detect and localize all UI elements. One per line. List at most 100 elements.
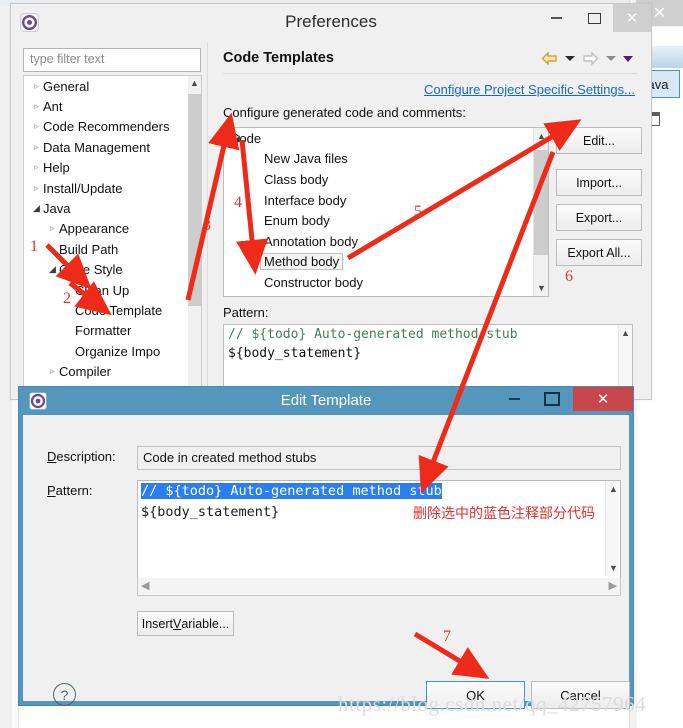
sidebar-item-help[interactable]: ▹ Help (24, 158, 201, 178)
tree-collapsed-icon[interactable]: ▹ (30, 101, 43, 112)
tree-collapsed-icon[interactable]: ▹ (30, 121, 43, 132)
preferences-maximize-button[interactable] (575, 4, 613, 32)
description-value: Code in created method stubs (143, 449, 317, 465)
edit-close-button[interactable]: ✕ (573, 387, 633, 411)
sidebar-item-appearance[interactable]: ▹ Appearance (24, 219, 201, 239)
navigation-icons (541, 51, 633, 66)
preferences-body: type filter text ▹ General ▹ Ant ▹ Code Recom… (11, 42, 651, 399)
forward-dropdown-chevron-down-icon[interactable] (606, 56, 616, 61)
sidebar-item-ant[interactable]: ▹ Ant (24, 96, 201, 116)
sidebar-item-label: General (43, 78, 90, 94)
sidebar-item-label: Data Management (43, 139, 150, 155)
tree-collapsed-icon[interactable]: ▹ (46, 366, 59, 377)
code-template-item-new-java-files[interactable]: New Java files (224, 149, 548, 170)
editor-line[interactable]: // ${todo} Auto-generated method stub (138, 481, 620, 502)
code-tree-scrollbar[interactable]: ▲ ▼ (533, 128, 548, 296)
code-template-label: Annotation body (264, 233, 358, 249)
tree-collapsed-icon[interactable]: ▹ (30, 162, 43, 173)
sidebar-item-clean-up[interactable]: Clean Up (24, 280, 201, 300)
code-scroll-thumb[interactable] (534, 150, 548, 255)
sidebar-item-build-path[interactable]: Build Path (24, 239, 201, 259)
sidebar-item-java[interactable]: ◢ Java (24, 198, 201, 218)
filter-input[interactable]: type filter text (23, 48, 201, 72)
export-button[interactable]: Export... (556, 204, 642, 231)
insert-variable-mnemonic: V (172, 616, 182, 631)
sidebar-item-organize-impo[interactable]: Organize Impo (24, 341, 201, 361)
code-templates-tree[interactable]: ◢ Code New Java files Class body Interface b… (223, 127, 549, 297)
description-field[interactable]: Code in created method stubs (137, 446, 621, 470)
pattern-vertical-scrollbar[interactable]: ▲ ▼ (605, 481, 620, 576)
edit-template-title-bar[interactable]: Edit Template ✕ (19, 387, 633, 415)
tree-scrollbar[interactable]: ▲ (188, 76, 201, 388)
sidebar-item-data-management[interactable]: ▹ Data Management (24, 137, 201, 157)
annotation-number-7: 7 (443, 628, 451, 645)
code-template-item-annotation-body[interactable]: Annotation body (224, 231, 548, 252)
pattern-scroll-down-icon[interactable]: ▼ (608, 562, 619, 574)
sidebar-item-general[interactable]: ▹ General (24, 76, 201, 96)
sidebar-item-compiler[interactable]: ▹ Compiler (24, 361, 201, 381)
sidebar-item-label: Appearance (59, 221, 130, 237)
menu-chevron-down-icon[interactable] (623, 55, 633, 62)
sidebar-item-formatter[interactable]: Formatter (24, 321, 201, 341)
description-mnemonic: D (47, 449, 57, 464)
annotation-number-4: 4 (234, 194, 242, 211)
preferences-close-button[interactable]: ✕ (613, 4, 651, 32)
preferences-minimize-button[interactable] (537, 4, 575, 32)
sidebar-item-label: Code Template (75, 302, 163, 318)
pattern-horizontal-scrollbar[interactable]: ◀ ▶ (137, 578, 621, 596)
pattern-editor[interactable]: // ${todo} Auto-generated method stub ${b… (137, 480, 621, 579)
pattern-scroll-left-icon[interactable]: ◀ (141, 579, 149, 592)
annotation-number-3: 3 (203, 217, 211, 234)
edit-minimize-button[interactable] (495, 387, 533, 411)
help-icon[interactable]: ? (53, 683, 76, 706)
annotation-number-5: 5 (414, 203, 422, 220)
pattern-scroll-up-icon[interactable]: ▲ (620, 327, 631, 339)
sidebar-item-label: Organize Impo (75, 343, 161, 359)
edit-button[interactable]: Edit... (556, 127, 642, 154)
code-template-item-method-body[interactable]: Method body (224, 252, 548, 273)
code-scroll-down-icon[interactable]: ▼ (536, 282, 547, 294)
back-dropdown-chevron-down-icon[interactable] (565, 56, 575, 61)
preferences-tree[interactable]: ▹ General ▹ Ant ▹ Code Recommenders ▹ Data Mana… (23, 75, 202, 389)
import-button[interactable]: Import... (556, 169, 642, 196)
code-template-item-class-body[interactable]: Class body (224, 169, 548, 190)
page-title: Code Templates (223, 50, 334, 66)
sidebar-item-code-template[interactable]: Code Template (24, 300, 201, 320)
sidebar-item-code-style[interactable]: ◢ Code Style (24, 260, 201, 280)
tree-expanded-icon[interactable]: ◢ (46, 264, 59, 275)
pattern-scroll-up-icon[interactable]: ▲ (608, 483, 619, 495)
code-scroll-up-icon[interactable]: ▲ (536, 130, 547, 142)
title-divider (223, 73, 637, 74)
code-template-item-enum-body[interactable]: Enum body (224, 210, 548, 231)
edit-template-body: Description: Code in created method stub… (23, 415, 630, 709)
forward-arrow-icon[interactable] (582, 51, 599, 66)
edit-maximize-button[interactable] (533, 387, 571, 411)
annotation-number-1: 1 (30, 238, 38, 255)
selected-text: // ${todo} Auto-generated method stub (141, 483, 442, 499)
tree-collapsed-icon[interactable]: ▹ (30, 142, 43, 153)
configure-project-specific-settings-link[interactable]: Configure Project Specific Settings... (424, 82, 635, 97)
tree-expanded-icon[interactable]: ◢ (30, 203, 43, 214)
back-arrow-icon[interactable] (541, 51, 558, 66)
code-template-label: Enum body (264, 213, 330, 229)
code-template-item-interface-body[interactable]: Interface body (224, 190, 548, 211)
sidebar-item-install-update[interactable]: ▹ Install/Update (24, 178, 201, 198)
export-all-button[interactable]: Export All... (556, 239, 642, 266)
code-template-item-code[interactable]: ◢ Code (224, 128, 548, 149)
pattern-scroll-right-icon[interactable]: ▶ (609, 579, 617, 592)
watermark: https://blog.csdn.net/qq_42757964 (338, 692, 647, 716)
preferences-title-bar[interactable]: Preferences ✕ (11, 4, 651, 42)
insert-variable-button[interactable]: Insert Variable... (137, 611, 234, 636)
preferences-dialog: Preferences ✕ type filter text ▹ General ▹… (10, 3, 652, 400)
code-template-label: Code (230, 130, 262, 146)
tree-collapsed-icon[interactable]: ▹ (46, 223, 59, 234)
tree-scroll-up-icon[interactable]: ▲ (189, 77, 200, 89)
tree-collapsed-icon[interactable]: ▹ (30, 81, 43, 92)
tree-scroll-thumb[interactable] (188, 94, 201, 306)
pattern-line: ${body_statement} (228, 346, 362, 361)
tree-collapsed-icon[interactable]: ▹ (30, 183, 43, 194)
sidebar-item-code-recommenders[interactable]: ▹ Code Recommenders (24, 117, 201, 137)
code-template-item-constructor-body[interactable]: Constructor body (224, 272, 548, 293)
sidebar-item-label: Help (43, 160, 70, 176)
editor-text: ${body_statement} (141, 504, 280, 520)
